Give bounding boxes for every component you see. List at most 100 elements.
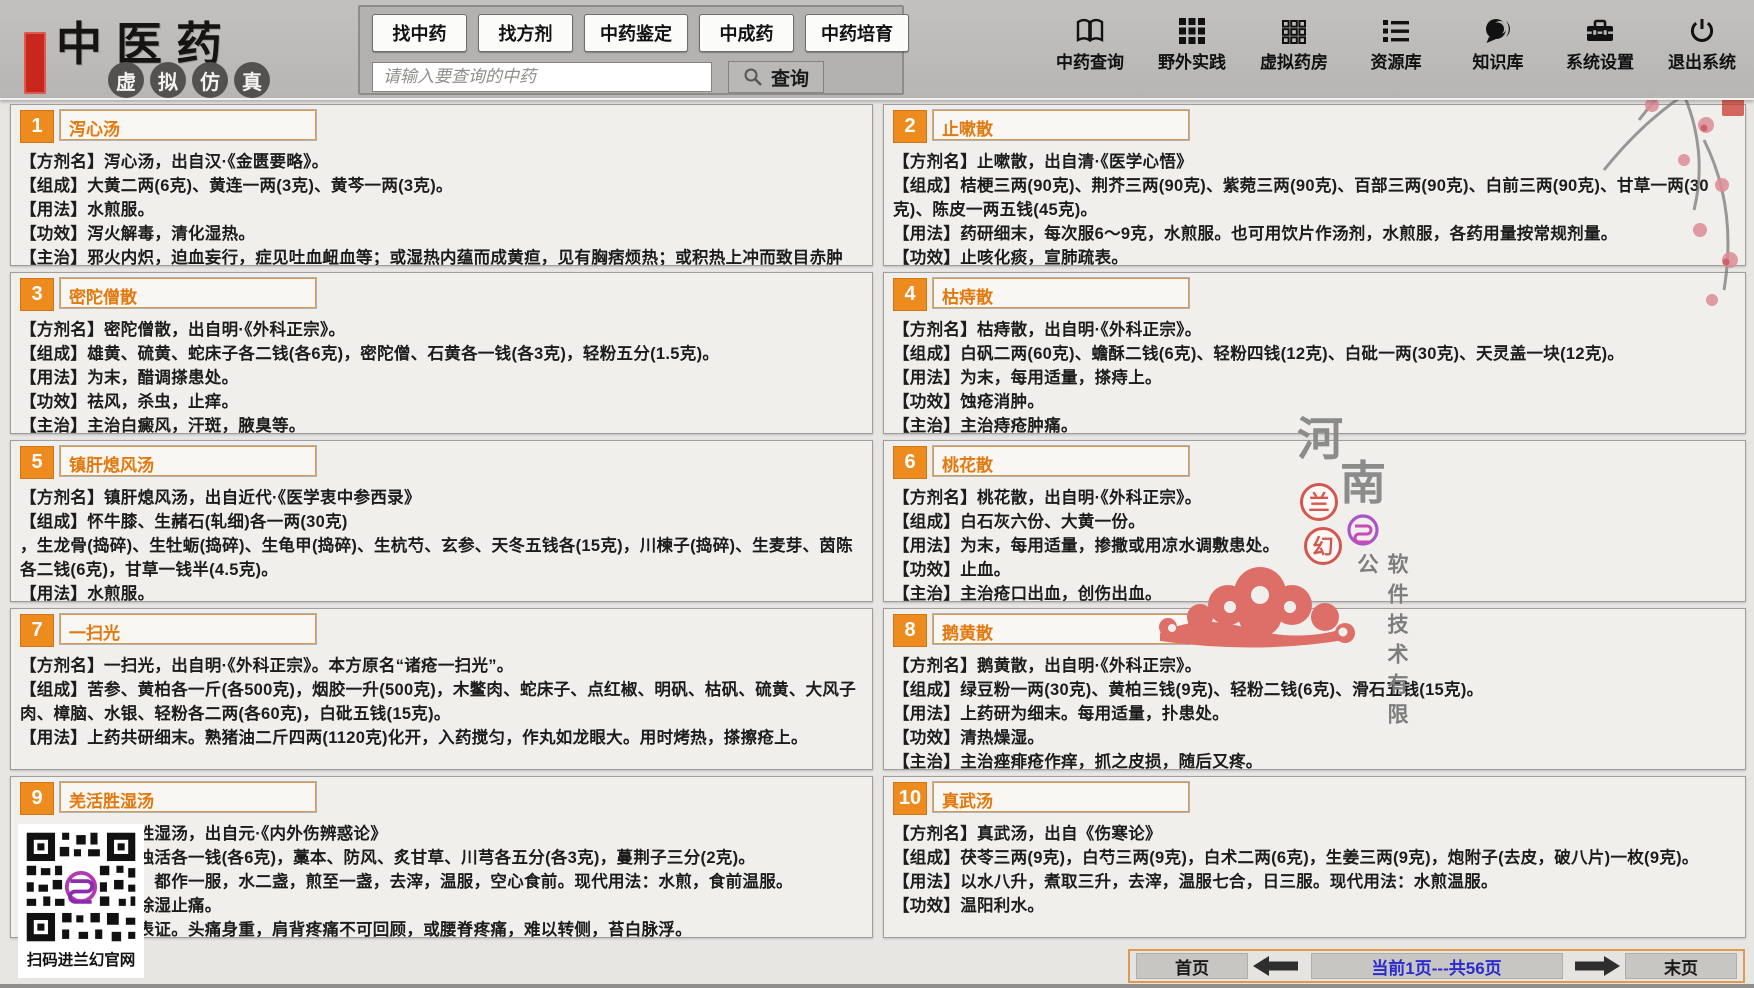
card-text-line: 【用法】水煎服。 [20,582,863,602]
first-page-button[interactable]: 首页 [1136,953,1248,979]
card-body: 【方剂名】桃花散，出自明·《外科正宗》。【组成】白石灰六份、大黄一份。【用法】为… [893,486,1736,602]
card-text-line: 【用法】上㕮咀，都作一服，水二盏，煎至一盏，去滓，温服，空心食前。现代用法：水煎… [20,870,863,894]
app-logo: 中医药 虚 拟 仿 真 [20,6,350,98]
tab-find-herb[interactable]: 找中药 [372,14,467,52]
card-number-badge: 1 [20,110,54,143]
last-page-button[interactable]: 末页 [1625,953,1737,979]
card-body: 【方剂名】枯痔散，出自明·《外科正宗》。【组成】白矾二两(60克)、蟾酥二钱(6… [893,318,1736,434]
card-text-line: 【用法】为末，每用适量，搽痔上。 [893,366,1736,390]
next-page-button[interactable] [1568,956,1620,976]
bottom-edge [0,984,1754,988]
qr-caption: 扫码进兰幻官网 [27,948,136,970]
card-text-line: 【主治】主治痤痱疮作痒，抓之皮损，随后又疼。 [893,750,1736,770]
search-button[interactable]: 查询 [728,61,824,93]
card-title[interactable]: 止嗽散 [933,110,1189,140]
search-panel: 找中药 找方剂 中药鉴定 中成药 中药培育 查询 [358,5,904,95]
nav-item-exit-system[interactable]: 退出系统 [1664,18,1740,73]
nav-label: 退出系统 [1668,48,1736,73]
card-body: 【方剂名】止嗽散，出自清·《医学心悟》【组成】桔梗三两(90克)、荆芥三两(90… [893,150,1736,266]
card-body: 【方剂名】一扫光，出自明·《外科正宗》。本方原名“诸疮一扫光”。【组成】苦参、黄… [20,654,863,750]
card-title[interactable]: 密陀僧散 [60,278,316,308]
card-number-badge: 6 [893,446,927,479]
card-number-badge: 10 [893,782,927,815]
formula-card-6: 6 桃花散 【方剂名】桃花散，出自明·《外科正宗》。【组成】白石灰六份、大黄一份… [883,440,1746,602]
card-text-line: 【功效】止咳化痰，宣肺疏表。 [893,246,1736,266]
card-text-line: 【组成】羌活、独活各一钱(各6克)，藁本、防风、炙甘草、川芎各五分(各3克)，蔓… [20,846,863,870]
card-text-line: 【方剂名】一扫光，出自明·《外科正宗》。本方原名“诸疮一扫光”。 [20,654,863,678]
subtitle-char: 虚 [108,62,144,98]
card-text-line: 【主治】主治痔疮肿痛。 [893,414,1736,434]
card-text-line: 【用法】为末，醋调搽患处。 [20,366,863,390]
card-text-line: 【功效】清热燥湿。 [893,726,1736,750]
card-title[interactable]: 鹅黄散 [933,614,1189,644]
formula-card-2: 2 止嗽散 【方剂名】止嗽散，出自清·《医学心悟》【组成】桔梗三两(90克)、荆… [883,104,1746,266]
card-text-line: 【方剂名】枯痔散，出自明·《外科正宗》。 [893,318,1736,342]
nav-item-field-practice[interactable]: 野外实践 [1154,18,1230,73]
card-text-line: 【方剂名】羌活胜湿汤，出自元·《内外伤辨惑论》 [20,822,863,846]
tab-row: 找中药 找方剂 中药鉴定 中成药 中药培育 [372,14,890,52]
formula-card-8: 8 鹅黄散 【方剂名】鹅黄散，出自明·《外科正宗》。【组成】绿豆粉一两(30克)… [883,608,1746,770]
card-title[interactable]: 镇肝熄风汤 [60,446,316,476]
card-number-badge: 5 [20,446,54,479]
card-text-line: 【主治】主治疮口出血，创伤出血。 [893,582,1736,602]
nav-label: 资源库 [1371,48,1422,73]
card-title[interactable]: 羌活胜湿汤 [60,782,316,812]
search-input[interactable] [372,62,712,92]
formula-card-4: 4 枯痔散 【方剂名】枯痔散，出自明·《外科正宗》。【组成】白矾二两(60克)、… [883,272,1746,434]
card-text-line: 【方剂名】鹅黄散，出自明·《外科正宗》。 [893,654,1736,678]
nav-item-system-settings[interactable]: 系统设置 [1562,18,1638,73]
qr-code-panel: 扫码进兰幻官网 [18,824,144,978]
card-title[interactable]: 桃花散 [933,446,1189,476]
card-body: 【方剂名】鹅黄散，出自明·《外科正宗》。【组成】绿豆粉一两(30克)、黄柏三钱(… [893,654,1736,770]
card-number-badge: 3 [20,278,54,311]
card-title[interactable]: 一扫光 [60,614,316,644]
formula-card-7: 7 一扫光 【方剂名】一扫光，出自明·《外科正宗》。本方原名“诸疮一扫光”。【组… [10,608,873,770]
prev-page-button[interactable] [1253,956,1305,976]
nav-label: 中药查询 [1056,48,1124,73]
red-seal-icon [24,32,46,94]
tab-herb-cultivation[interactable]: 中药培育 [805,14,909,52]
card-number-badge: 8 [893,614,927,647]
grid-icon [1179,18,1205,44]
card-text-line: 【功效】温阳利水。 [893,894,1736,918]
card-body: 【方剂名】密陀僧散，出自明·《外科正宗》。【组成】雄黄、硫黄、蛇床子各二钱(各6… [20,318,863,434]
card-number-badge: 2 [893,110,927,143]
subtitle-char: 拟 [150,62,186,98]
card-text-line: 【用法】药研细末，每次服6～9克，水煎服。也可用饮片作汤剂，水煎服，各药用量按常… [893,222,1736,246]
qr-code [22,828,140,946]
pagination-bar: 首页 当前1页---共56页 末页 [1128,949,1745,983]
card-body: 【方剂名】泻心汤，出自汉·《金匮要略》。【组成】大黄二两(6克)、黄连一两(3克… [20,150,863,266]
card-text-line: 【用法】上药研为细末。每用适量，扑患处。 [893,702,1736,726]
tab-patent-medicine[interactable]: 中成药 [699,14,794,52]
card-text-line: 【用法】以水八升，煮取三升，去滓，温服七合，日三服。现代用法：水煎温服。 [893,870,1736,894]
tab-find-formula[interactable]: 找方剂 [478,14,573,52]
nav-item-herb-query[interactable]: 中药查询 [1052,18,1128,73]
card-title[interactable]: 枯痔散 [933,278,1189,308]
card-text-line: 【功效】泻火解毒，清化湿热。 [20,222,863,246]
card-text-line: 【方剂名】止嗽散，出自清·《医学心悟》 [893,150,1736,174]
nav-item-virtual-pharmacy[interactable]: 虚拟药房 [1256,18,1332,73]
card-number-badge: 9 [20,782,54,815]
card-text-line: 【主治】主治白癜风，汗斑，腋臭等。 [20,414,863,434]
power-icon [1688,18,1716,44]
card-text-line: 【主治】邪火内炽，迫血妄行，症见吐血衄血等；或湿热内蕴而成黄疸，见有胸痞烦热；或… [20,246,863,266]
card-text-line: 【组成】茯苓三两(9克)，白芍三两(9克)，白术二两(6克)，生姜三两(9克)，… [893,846,1736,870]
card-text-line: 【方剂名】密陀僧散，出自明·《外科正宗》。 [20,318,863,342]
nav-label: 虚拟药房 [1260,48,1328,73]
card-number-badge: 4 [893,278,927,311]
page-indicator: 当前1页---共56页 [1311,953,1563,979]
card-text-line: 【组成】苦参、黄柏各一斤(各500克)，烟胶一升(500克)，木鳖肉、蛇床子、点… [20,678,863,726]
tab-herb-identify[interactable]: 中药鉴定 [584,14,688,52]
card-text-line: 【方剂名】桃花散，出自明·《外科正宗》。 [893,486,1736,510]
card-text-line: 【方剂名】真武汤，出自《伤寒论》 [893,822,1736,846]
nav-item-knowledge-base[interactable]: 知识库 [1460,18,1536,73]
arrow-right-icon [1568,956,1620,976]
card-text-line: 【主治】风湿在表证。头痛身重，肩背疼痛不可回顾，或腰脊疼痛，难以转侧，苔白脉浮。 [20,918,863,938]
nav-item-resource-library[interactable]: 资源库 [1358,18,1434,73]
card-title[interactable]: 真武汤 [933,782,1189,812]
card-title[interactable]: 泻心汤 [60,110,316,140]
nav-label: 知识库 [1473,48,1524,73]
formula-card-grid: 1 泻心汤 【方剂名】泻心汤，出自汉·《金匮要略》。【组成】大黄二两(6克)、黄… [10,104,1746,938]
nav-label: 野外实践 [1158,48,1226,73]
search-icon [743,67,763,87]
